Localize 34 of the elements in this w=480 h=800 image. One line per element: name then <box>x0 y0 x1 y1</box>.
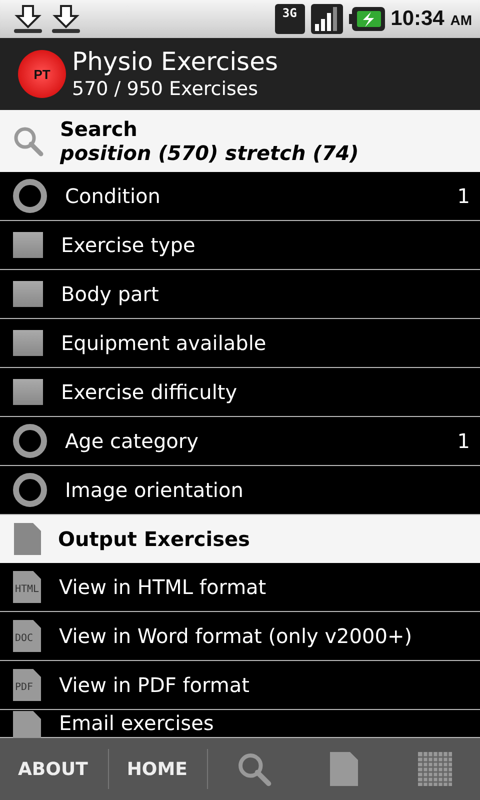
file-icon: PDF <box>13 669 41 701</box>
search-icon[interactable] <box>236 751 272 787</box>
radio-icon <box>13 473 47 507</box>
square-icon <box>13 330 43 356</box>
battery-icon <box>348 7 385 31</box>
square-icon <box>13 379 43 405</box>
search-row[interactable]: Search position (570) stretch (74) <box>0 110 480 172</box>
nav-button[interactable]: ABOUT <box>0 749 109 789</box>
download-icon <box>50 4 82 34</box>
file-icon: HTML <box>13 571 41 603</box>
exercise-count: 570 / 950 Exercises <box>72 77 260 101</box>
app-title: Physio Exercises <box>72 47 278 77</box>
clock-time: 10:34 AM <box>390 7 472 31</box>
search-query: position (570) stretch (74) <box>60 141 359 165</box>
document-icon <box>12 522 42 556</box>
download-icon <box>12 4 44 34</box>
square-icon <box>13 232 43 258</box>
nav-button[interactable]: HOME <box>108 749 208 789</box>
file-icon <box>13 711 41 738</box>
grid-icon[interactable] <box>418 752 452 786</box>
radio-icon <box>13 179 47 213</box>
signal-icon <box>310 4 343 34</box>
filter-count: 1 <box>457 184 470 208</box>
document-icon[interactable] <box>329 751 360 787</box>
filter-count: 1 <box>457 429 470 453</box>
network-icon: 3G <box>274 4 305 34</box>
file-icon: DOC <box>13 620 41 652</box>
radio-icon <box>13 424 47 458</box>
app-logo: PT <box>18 50 66 98</box>
square-icon <box>13 281 43 307</box>
output-header: Output Exercises <box>0 515 480 563</box>
output-item[interactable]: Email exercises <box>0 710 480 738</box>
search-title: Search <box>60 117 138 141</box>
search-icon <box>12 125 44 157</box>
